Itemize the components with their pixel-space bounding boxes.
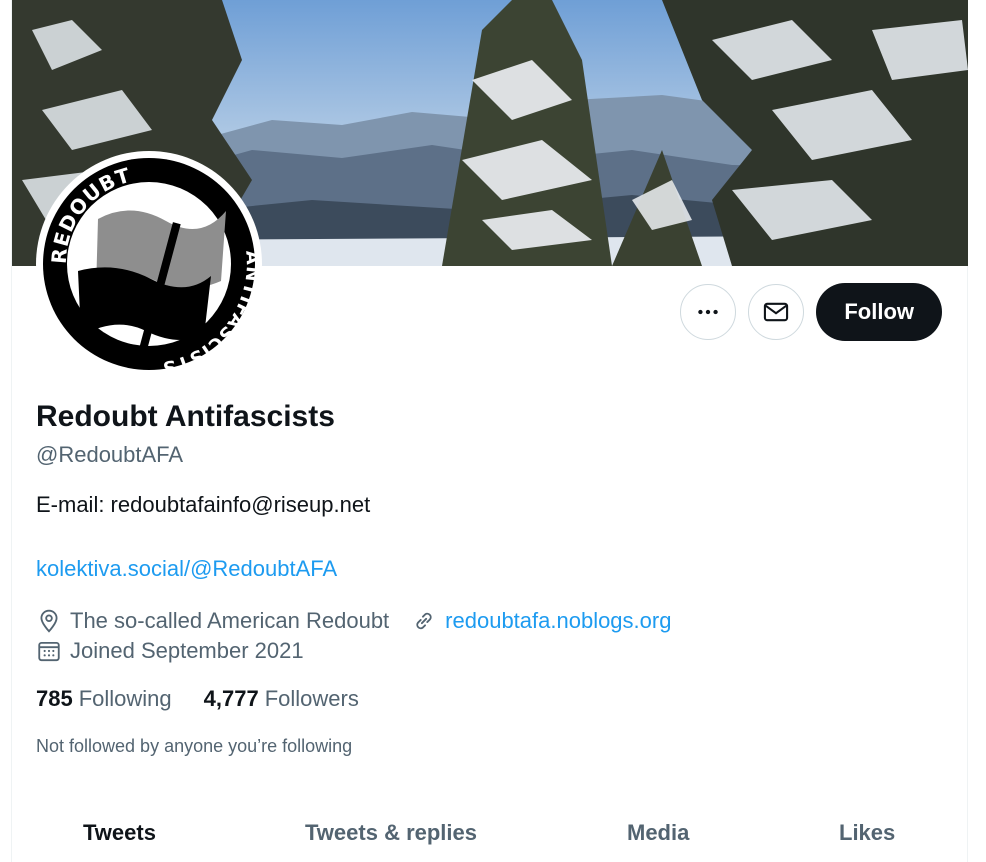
profile-website[interactable]: redoubtafa.noblogs.org (445, 608, 671, 634)
followers-count: 4,777 (203, 686, 259, 711)
profile-avatar[interactable]: REDOUBT ANTIFASCISTS (36, 151, 262, 377)
followers-stat[interactable]: 4,777 Followers (204, 686, 359, 712)
bio-link[interactable]: kolektiva.social/@RedoubtAFA (36, 556, 337, 582)
follow-button[interactable]: Follow (816, 283, 942, 341)
tab-tweets-replies[interactable]: Tweets & replies (305, 820, 477, 846)
profile-joined: Joined September 2021 (70, 638, 304, 663)
calendar-icon (36, 638, 62, 664)
profile-meta-row: The so-called American Redoubt redoubtaf… (36, 608, 671, 634)
profile-bio: E-mail: redoubtafainfo@riseup.net (36, 492, 371, 517)
mail-icon (764, 302, 789, 322)
tab-likes[interactable]: Likes (839, 820, 895, 846)
message-button[interactable] (748, 284, 805, 340)
profile-handle: @RedoubtAFA (36, 442, 184, 467)
following-count: 785 (36, 686, 73, 711)
antifa-flag-logo: REDOUBT ANTIFASCISTS (43, 158, 262, 377)
profile-actions: Follow (680, 283, 942, 341)
profile-joined-row: Joined September 2021 (36, 638, 304, 664)
profile-location: The so-called American Redoubt (70, 608, 390, 633)
link-icon (411, 608, 437, 634)
following-label: Following (78, 686, 172, 711)
profile-stats: 785 Following 4,777 Followers (36, 686, 391, 712)
profile-name: Redoubt Antifascists (36, 400, 335, 433)
tab-media[interactable]: Media (627, 820, 689, 846)
profile-tabs: Tweets Tweets & replies Media Likes (12, 800, 968, 862)
more-icon (698, 309, 719, 315)
followers-label: Followers (264, 686, 359, 711)
location-pin-icon (36, 608, 62, 634)
more-button[interactable] (680, 284, 737, 340)
tab-tweets[interactable]: Tweets (83, 820, 156, 846)
social-context: Not followed by anyone you’re following (36, 736, 353, 756)
following-stat[interactable]: 785 Following (36, 686, 172, 712)
